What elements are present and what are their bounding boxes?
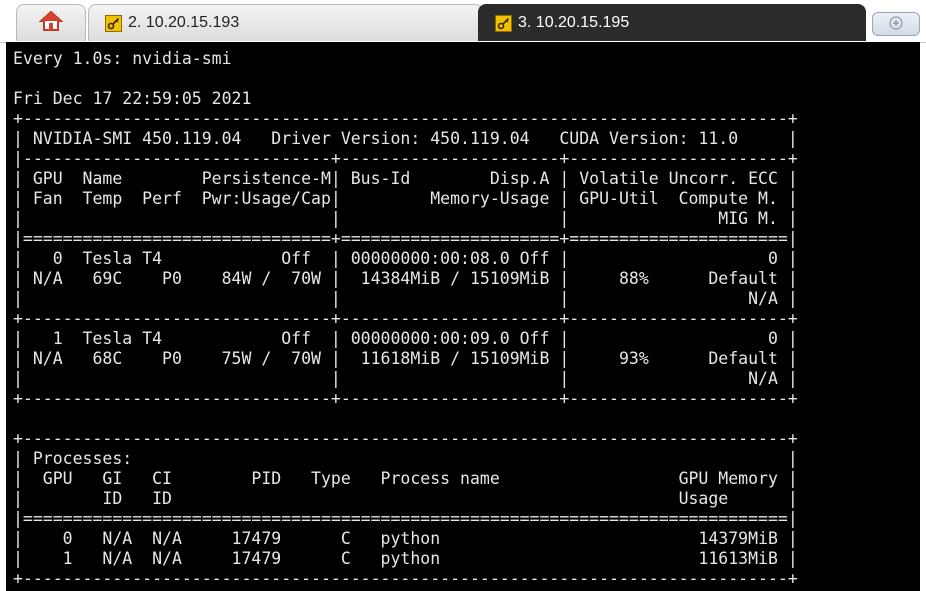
tab-session-193[interactable]: 2. 10.20.15.193: [88, 4, 483, 41]
tab-label: 3. 10.20.15.195: [518, 14, 630, 31]
terminal-line: |===============================+=======…: [13, 229, 798, 248]
terminal-line: | N/A 68C P0 75W / 70W | 11618MiB / 1510…: [13, 349, 798, 368]
home-icon: [38, 10, 64, 37]
terminal-line: | Fan Temp Perf Pwr:Usage/Cap| Memory-Us…: [13, 189, 798, 208]
terminal-line: +-------------------------------+-------…: [13, 389, 798, 408]
tab-bar: 2. 10.20.15.193 3. 10.20.15.195: [0, 0, 926, 43]
key-icon: [105, 14, 122, 32]
terminal-line: Fri Dec 17 22:59:05 2021: [13, 89, 252, 108]
terminal-line: | GPU Name Persistence-M| Bus-Id Disp.A …: [13, 169, 798, 188]
terminal-line: | 0 N/A N/A 17479 C python 14379MiB |: [13, 529, 798, 548]
terminal-line: +---------------------------------------…: [13, 429, 798, 448]
terminal-line: | 0 Tesla T4 Off | 00000000:00:08.0 Off …: [13, 249, 798, 268]
terminal-line: | 1 N/A N/A 17479 C python 11613MiB |: [13, 549, 798, 568]
terminal-line: +---------------------------------------…: [13, 569, 798, 588]
terminal-line: +-------------------------------+-------…: [13, 309, 798, 328]
terminal-line: | 1 Tesla T4 Off | 00000000:00:09.0 Off …: [13, 329, 798, 348]
tab-label: 2. 10.20.15.193: [128, 14, 240, 31]
terminal-line: | N/A 69C P0 84W / 70W | 14384MiB / 1510…: [13, 269, 798, 288]
key-icon: [495, 14, 512, 32]
terminal-line: | NVIDIA-SMI 450.119.04 Driver Version: …: [13, 129, 798, 148]
terminal-line: | ID ID Usage |: [13, 489, 798, 508]
terminal-line: | GPU GI CI PID Type Process name GPU Me…: [13, 469, 798, 488]
plus-icon: [889, 15, 903, 33]
tab-home[interactable]: [16, 4, 86, 41]
terminal-output[interactable]: Every 1.0s: nvidia-smi Fri Dec 17 22:59:0…: [6, 42, 920, 591]
terminal-line: | | | N/A |: [13, 289, 798, 308]
terminal-line: Every 1.0s: nvidia-smi: [13, 49, 232, 68]
terminal-line: |=======================================…: [13, 509, 798, 528]
terminal-line: | | | N/A |: [13, 369, 798, 388]
terminal-line: | | | MIG M. |: [13, 209, 798, 228]
new-tab-button[interactable]: [872, 12, 920, 36]
terminal-line: | Processes: |: [13, 449, 798, 468]
tab-session-195[interactable]: 3. 10.20.15.195: [478, 4, 866, 41]
terminal-line: +---------------------------------------…: [13, 109, 798, 128]
terminal-line: |-------------------------------+-------…: [13, 149, 798, 168]
